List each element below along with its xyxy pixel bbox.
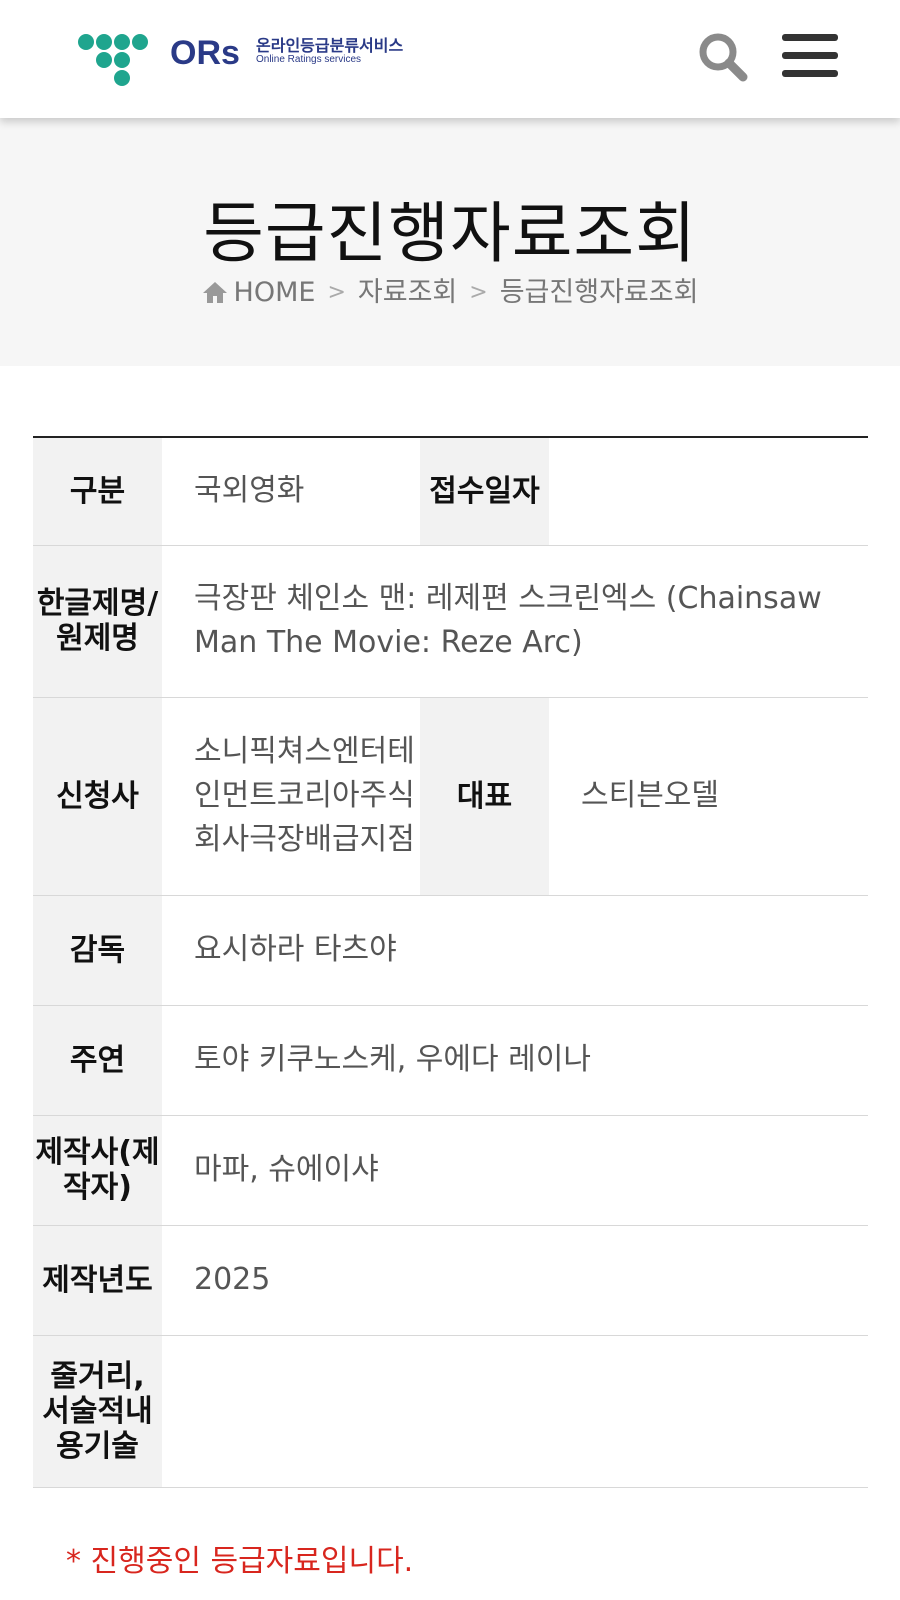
applicant-label: 신청사 bbox=[33, 697, 162, 896]
year-label: 제작년도 bbox=[33, 1225, 162, 1336]
top-header: ORs 온라인등급분류서비스 Online Ratings services bbox=[0, 0, 900, 118]
search-icon bbox=[699, 33, 748, 82]
chevron-right-icon: > bbox=[327, 280, 346, 305]
breadcrumb-home[interactable]: HOME bbox=[234, 277, 316, 308]
table-row: 신청사 소니픽쳐스엔터테인먼트코리아주식회사극장배급지점 대표 스티븐오델 bbox=[33, 697, 868, 896]
title-value: 극장판 체인소 맨: 레제편 스크린엑스 (Chainsaw Man The M… bbox=[162, 545, 868, 698]
director-value: 요시하라 타츠야 bbox=[162, 895, 868, 1006]
breadcrumb-current: 등급진행자료조회 bbox=[499, 277, 699, 308]
home-icon bbox=[202, 280, 228, 311]
chevron-right-icon: > bbox=[469, 280, 488, 305]
logo-dot bbox=[114, 34, 130, 50]
table-row: 한글제명/원제명 극장판 체인소 맨: 레제편 스크린엑스 (Chainsaw … bbox=[33, 545, 868, 698]
page-title: 등급진행자료조회 bbox=[203, 195, 697, 272]
logo-dot bbox=[96, 34, 112, 50]
table-row: 제작사(제작자) 마파, 슈에이샤 bbox=[33, 1115, 868, 1226]
category-value: 국외영화 bbox=[162, 437, 420, 546]
logo-text: ORs bbox=[170, 34, 240, 72]
representative-label: 대표 bbox=[420, 697, 549, 896]
logo-english-text: Online Ratings services bbox=[256, 54, 362, 65]
title-label: 한글제명/원제명 bbox=[33, 545, 162, 698]
category-label: 구분 bbox=[33, 437, 162, 546]
receipt-date-label: 접수일자 bbox=[420, 437, 549, 546]
breadcrumb: HOME > 자료조회 > 등급진행자료조회 bbox=[0, 270, 900, 311]
logo-dot bbox=[114, 52, 130, 68]
director-label: 감독 bbox=[33, 895, 162, 1006]
in-progress-notice: * 진행중인 등급자료입니다. bbox=[66, 1544, 414, 1579]
menu-button[interactable] bbox=[782, 30, 838, 80]
hamburger-menu-icon bbox=[782, 70, 838, 77]
logo-dot bbox=[132, 34, 148, 50]
hamburger-menu-icon bbox=[782, 34, 838, 41]
rating-info-table: 구분 국외영화 접수일자 한글제명/원제명 극장판 체인소 맨: 레제편 스크린… bbox=[33, 436, 868, 1488]
producer-value: 마파, 슈에이샤 bbox=[162, 1115, 868, 1226]
cast-label: 주연 bbox=[33, 1005, 162, 1116]
title-band: 등급진행자료조회 HOME > 자료조회 > 등급진행자료조회 bbox=[0, 118, 900, 366]
hamburger-menu-icon bbox=[782, 52, 838, 59]
breadcrumb-item[interactable]: 자료조회 bbox=[358, 277, 457, 308]
representative-value: 스티븐오델 bbox=[549, 697, 868, 896]
table-row: 주연 토야 키쿠노스케, 우에다 레이나 bbox=[33, 1005, 868, 1116]
search-button[interactable] bbox=[696, 30, 750, 84]
synopsis-label: 줄거리, 서술적내용기술 bbox=[33, 1335, 162, 1488]
table-row: 제작년도 2025 bbox=[33, 1225, 868, 1336]
logo-korean-text: 온라인등급분류서비스 bbox=[256, 36, 404, 55]
producer-label: 제작사(제작자) bbox=[33, 1115, 162, 1226]
table-row: 구분 국외영화 접수일자 bbox=[33, 437, 868, 546]
logo-dot bbox=[78, 34, 94, 50]
applicant-value: 소니픽쳐스엔터테인먼트코리아주식회사극장배급지점 bbox=[162, 697, 420, 896]
receipt-date-value bbox=[549, 437, 868, 546]
logo-dot bbox=[114, 70, 130, 86]
cast-value: 토야 키쿠노스케, 우에다 레이나 bbox=[162, 1005, 868, 1116]
table-row: 줄거리, 서술적내용기술 bbox=[33, 1335, 868, 1488]
logo-dot bbox=[96, 52, 112, 68]
year-value: 2025 bbox=[162, 1225, 868, 1336]
site-logo[interactable]: ORs 온라인등급분류서비스 Online Ratings services bbox=[78, 30, 408, 90]
table-row: 감독 요시하라 타츠야 bbox=[33, 895, 868, 1006]
synopsis-value bbox=[162, 1335, 868, 1488]
